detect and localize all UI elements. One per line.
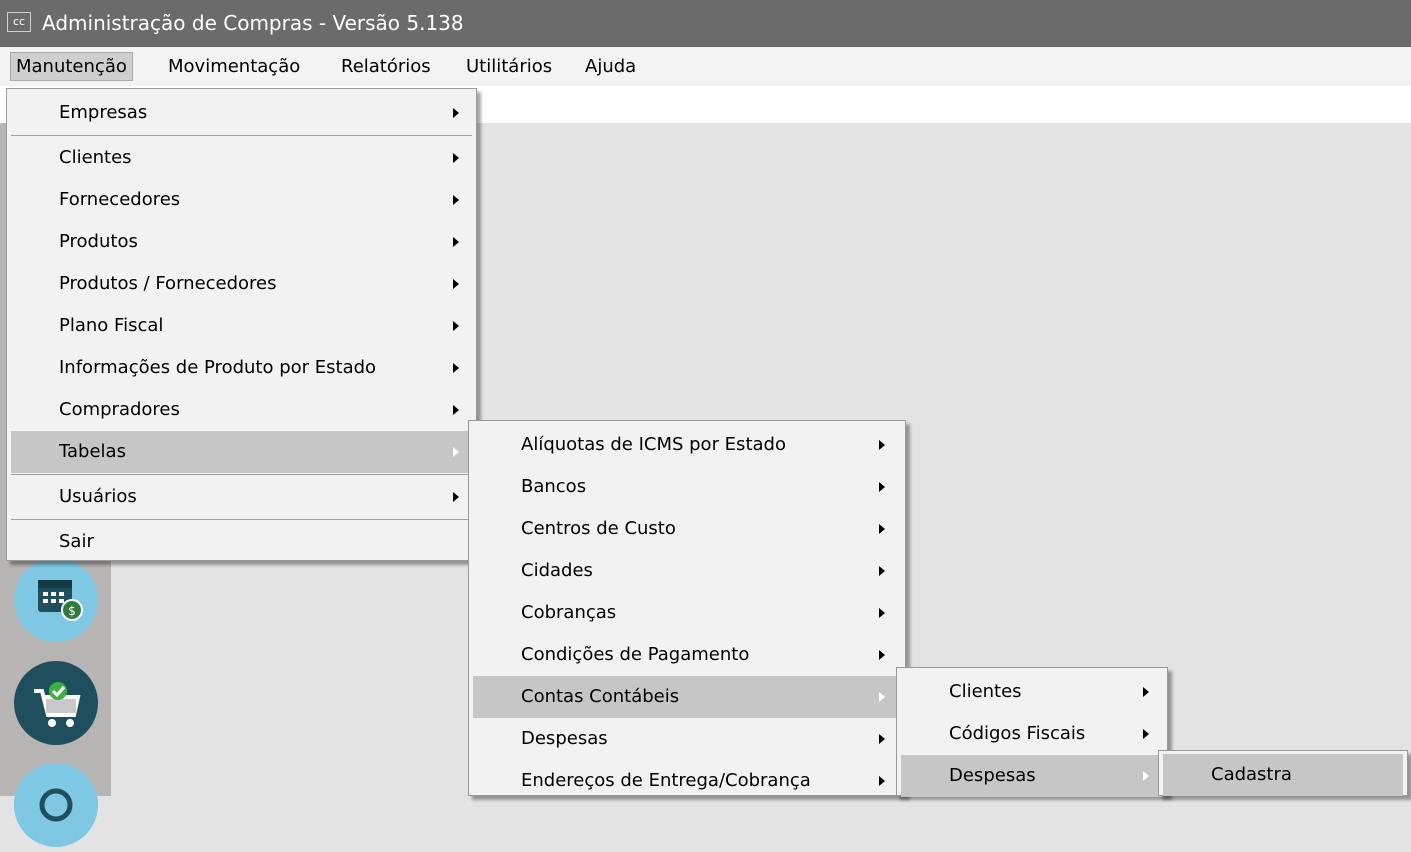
menu-item-fornecedores[interactable]: Fornecedores — [7, 179, 476, 221]
menu-separator — [11, 474, 472, 475]
menu-item-bancos[interactable]: Bancos — [469, 466, 905, 508]
menu-item-despesas[interactable]: Despesas — [469, 718, 905, 760]
menu-item-label: Plano Fiscal — [59, 315, 164, 336]
menu-item-produtos-fornecedores[interactable]: Produtos / Fornecedores — [7, 263, 476, 305]
menu-item-informacoes-produto-estado[interactable]: Informações de Produto por Estado — [7, 347, 476, 389]
menu-movimentacao[interactable]: Movimentação — [163, 52, 305, 81]
calendar-money-icon[interactable]: $ — [14, 558, 98, 642]
svg-text:$: $ — [68, 604, 76, 618]
menu-item-tabelas[interactable]: Tabelas — [11, 431, 472, 473]
menu-item-label: Usuários — [59, 486, 137, 507]
chevron-right-icon — [879, 566, 885, 576]
menu-item-cadastra[interactable]: Cadastra — [1163, 754, 1403, 796]
menu-item-label: Informações de Produto por Estado — [59, 357, 377, 378]
menu-item-label: Clientes — [949, 681, 1022, 702]
menu-item-codigos-fiscais[interactable]: Códigos Fiscais — [897, 713, 1167, 755]
menu-item-compradores[interactable]: Compradores — [7, 389, 476, 431]
chevron-right-icon — [1143, 771, 1149, 781]
menu-item-contas-clientes[interactable]: Clientes — [897, 671, 1167, 713]
chevron-right-icon — [453, 447, 459, 457]
chevron-right-icon — [453, 237, 459, 247]
menu-item-condicoes-pagamento[interactable]: Condições de Pagamento — [469, 634, 905, 676]
menu-item-label: Códigos Fiscais — [949, 723, 1086, 744]
chevron-right-icon — [1143, 729, 1149, 739]
menu-item-aliquotas-icms[interactable]: Alíquotas de ICMS por Estado — [469, 424, 905, 466]
menu-item-label: Clientes — [59, 147, 132, 168]
chevron-right-icon — [453, 195, 459, 205]
cart-check-icon[interactable] — [14, 661, 98, 745]
tabelas-submenu: Alíquotas de ICMS por Estado Bancos Cent… — [468, 420, 906, 796]
menu-item-label: Bancos — [521, 476, 587, 497]
chevron-right-icon — [879, 776, 885, 786]
menu-item-label: Cobranças — [521, 602, 617, 623]
menu-item-label: Cidades — [521, 560, 593, 581]
despesas-submenu: Cadastra — [1158, 750, 1408, 796]
chevron-right-icon — [453, 405, 459, 415]
menu-item-label: Despesas — [521, 728, 608, 749]
chevron-right-icon — [879, 692, 885, 702]
menu-item-label: Produtos / Fornecedores — [59, 273, 277, 294]
chevron-right-icon — [879, 440, 885, 450]
menu-item-label: Cadastra — [1211, 764, 1292, 785]
menu-item-produtos[interactable]: Produtos — [7, 221, 476, 263]
menu-item-label: Tabelas — [59, 441, 126, 462]
menu-item-usuarios[interactable]: Usuários — [7, 476, 476, 518]
chevron-right-icon — [453, 153, 459, 163]
chevron-right-icon — [1143, 687, 1149, 697]
menu-item-label: Centros de Custo — [521, 518, 676, 539]
menu-separator — [11, 519, 472, 520]
menu-separator — [11, 135, 472, 136]
window-title: Administração de Compras - Versão 5.138 — [42, 11, 464, 35]
chevron-right-icon — [879, 734, 885, 744]
chevron-right-icon — [453, 492, 459, 502]
title-bar: cc Administração de Compras - Versão 5.1… — [0, 0, 1411, 47]
menu-relatorios[interactable]: Relatórios — [336, 52, 436, 81]
menu-bar: Manutenção Movimentação Relatórios Utili… — [0, 47, 1411, 86]
manutencao-menu: Empresas Clientes Fornecedores Produtos … — [6, 88, 477, 561]
refresh-icon[interactable] — [14, 763, 98, 847]
menu-manutencao[interactable]: Manutenção — [10, 52, 133, 81]
menu-item-contas-contabeis[interactable]: Contas Contábeis — [473, 676, 901, 718]
chevron-right-icon — [879, 608, 885, 618]
chevron-right-icon — [879, 482, 885, 492]
menu-item-plano-fiscal[interactable]: Plano Fiscal — [7, 305, 476, 347]
menu-item-label: Condições de Pagamento — [521, 644, 750, 665]
menu-item-label: Produtos — [59, 231, 138, 252]
chevron-right-icon — [879, 524, 885, 534]
menu-item-label: Alíquotas de ICMS por Estado — [521, 434, 786, 455]
chevron-right-icon — [453, 321, 459, 331]
menu-ajuda[interactable]: Ajuda — [580, 52, 641, 81]
menu-item-contas-despesas[interactable]: Despesas — [901, 755, 1163, 797]
menu-item-clientes[interactable]: Clientes — [7, 137, 476, 179]
menu-item-cobrancas[interactable]: Cobranças — [469, 592, 905, 634]
menu-item-label: Contas Contábeis — [521, 686, 680, 707]
menu-item-label: Empresas — [59, 102, 148, 123]
menu-item-label: Despesas — [949, 765, 1036, 786]
app-icon[interactable]: cc — [7, 12, 31, 32]
contas-contabeis-submenu: Clientes Códigos Fiscais Despesas — [896, 667, 1168, 797]
menu-item-sair[interactable]: Sair — [7, 521, 476, 563]
chevron-right-icon — [453, 363, 459, 373]
menu-item-centros-custo[interactable]: Centros de Custo — [469, 508, 905, 550]
chevron-right-icon — [879, 650, 885, 660]
menu-item-label: Compradores — [59, 399, 180, 420]
menu-item-label: Sair — [59, 531, 94, 552]
menu-utilitarios[interactable]: Utilitários — [461, 52, 557, 81]
menu-item-empresas[interactable]: Empresas — [7, 92, 476, 134]
menu-item-cidades[interactable]: Cidades — [469, 550, 905, 592]
menu-item-label: Fornecedores — [59, 189, 181, 210]
chevron-right-icon — [453, 279, 459, 289]
chevron-right-icon — [453, 108, 459, 118]
